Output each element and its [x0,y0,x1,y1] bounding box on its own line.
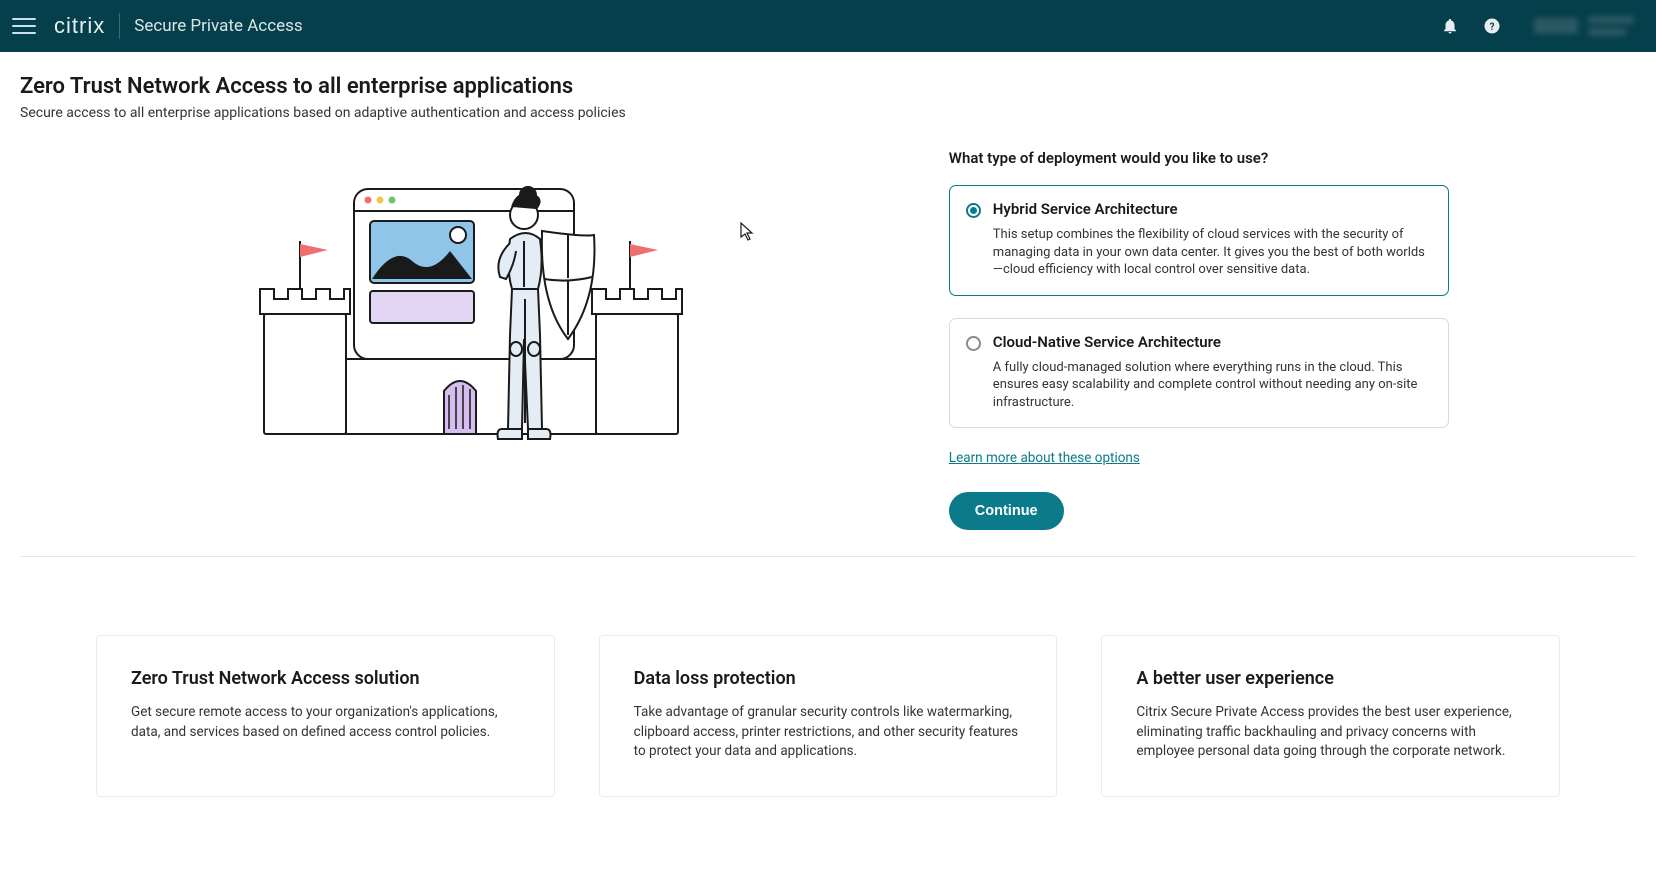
feature-card-ztna: Zero Trust Network Access solution Get s… [96,635,555,797]
brand-divider [119,13,120,39]
radio-icon [966,203,981,218]
menu-hamburger-icon[interactable] [12,14,36,38]
feature-body: Take advantage of granular security cont… [634,703,1023,762]
feature-body: Citrix Secure Private Access provides th… [1136,703,1525,762]
option-title: Cloud-Native Service Architecture [993,333,1432,351]
option-title: Hybrid Service Architecture [993,200,1432,218]
feature-title: A better user experience [1136,668,1525,689]
option-hybrid[interactable]: Hybrid Service Architecture This setup c… [949,185,1449,296]
feature-card-dlp: Data loss protection Take advantage of g… [599,635,1058,797]
learn-more-link[interactable]: Learn more about these options [949,450,1140,466]
brand-logo: citrix [54,13,105,39]
product-name: Secure Private Access [134,16,302,36]
page-title: Zero Trust Network Access to all enterpr… [20,74,1636,99]
option-cloud-native[interactable]: Cloud-Native Service Architecture A full… [949,318,1449,429]
help-icon[interactable]: ? [1482,16,1502,36]
feature-title: Data loss protection [634,668,1023,689]
option-description: A fully cloud-managed solution where eve… [993,359,1432,412]
continue-button[interactable]: Continue [949,492,1064,530]
feature-body: Get secure remote access to your organiz… [131,703,520,742]
app-header: citrix Secure Private Access ? [0,0,1656,52]
feature-card-ux: A better user experience Citrix Secure P… [1101,635,1560,797]
radio-icon [966,336,981,351]
feature-title: Zero Trust Network Access solution [131,668,520,689]
deployment-question: What type of deployment would you like t… [949,149,1449,167]
user-account-area[interactable] [1524,16,1644,36]
page-subtitle: Secure access to all enterprise applicat… [20,105,1636,121]
svg-text:?: ? [1490,22,1495,33]
hero-illustration [20,149,909,459]
bell-icon[interactable] [1440,16,1460,36]
option-description: This setup combines the flexibility of c… [993,226,1432,279]
